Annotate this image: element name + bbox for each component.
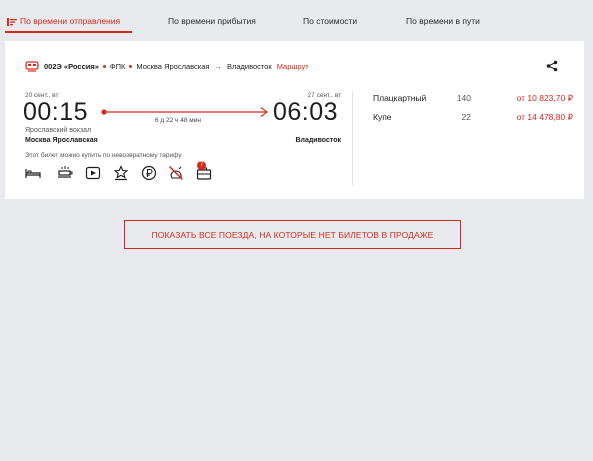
sort-tab-label: По времени отправления [20, 16, 121, 26]
arrival-time: 06:03 [273, 98, 339, 126]
route-link[interactable]: Маршрут [277, 62, 309, 71]
fare-seats: 22 [461, 112, 471, 122]
sort-tab-label: По времени в пути [406, 16, 480, 26]
fare-price: от 10 823,70 ₽ [516, 93, 573, 103]
route-arrow-icon: → [214, 62, 222, 71]
sort-tab-duration[interactable]: По времени в пути [406, 16, 480, 26]
media-icon[interactable] [85, 165, 101, 181]
no-pets-icon[interactable] [168, 165, 184, 181]
nonrefundable-note: Этот билет можно купить по невозвратному… [25, 152, 182, 159]
sort-bar: По времени отправления По времени прибыт… [0, 0, 593, 42]
train-icon [25, 61, 39, 72]
arrival-city: Владивосток [295, 137, 341, 144]
active-tab-underline [5, 31, 132, 33]
fare-price: от 14 478,80 ₽ [516, 112, 573, 122]
carrier-name: ФПК [109, 62, 126, 71]
amenity-count-badge: 7 [197, 161, 206, 170]
sort-tab-departure[interactable]: По времени отправления [7, 16, 120, 26]
share-icon[interactable] [546, 60, 558, 72]
sort-tab-price[interactable]: По стоимости [303, 16, 357, 26]
route-from: Москва Ярославская [136, 62, 210, 71]
fare-seats: 140 [456, 93, 471, 103]
train-number[interactable]: 002Э «Россия» [44, 62, 99, 71]
train-info-line: 002Э «Россия» ФПК Москва Ярославская → В… [25, 61, 309, 72]
departure-time: 00:15 [23, 98, 89, 126]
separator-dot [129, 65, 133, 68]
travel-duration: 6 д 22 ч 48 мин [155, 117, 201, 124]
sort-tab-arrival[interactable]: По времени прибытия [168, 16, 256, 26]
separator-dot [102, 65, 106, 68]
train-card: 002Э «Россия» ФПК Москва Ярославская → В… [5, 41, 584, 199]
sort-tab-label: По стоимости [303, 16, 358, 26]
route-to: Владивосток [226, 62, 272, 71]
show-all-trains-button[interactable]: ПОКАЗАТЬ ВСЕ ПОЕЗДА, НА КОТОРЫЕ НЕТ БИЛЕ… [124, 220, 461, 249]
departure-city: Москва Ярославская [25, 137, 98, 144]
ruble-icon[interactable] [141, 165, 157, 181]
fare-class: Плацкартный [373, 93, 427, 103]
card-divider [352, 91, 353, 186]
sort-tab-label: По времени прибытия [168, 16, 256, 26]
departure-station: Ярославский вокзал [25, 127, 92, 134]
bed-icon[interactable] [25, 165, 41, 181]
fare-class: Купе [373, 112, 392, 122]
sort-icon [7, 17, 17, 26]
vip-icon[interactable] [113, 165, 129, 181]
food-icon[interactable] [57, 165, 73, 181]
